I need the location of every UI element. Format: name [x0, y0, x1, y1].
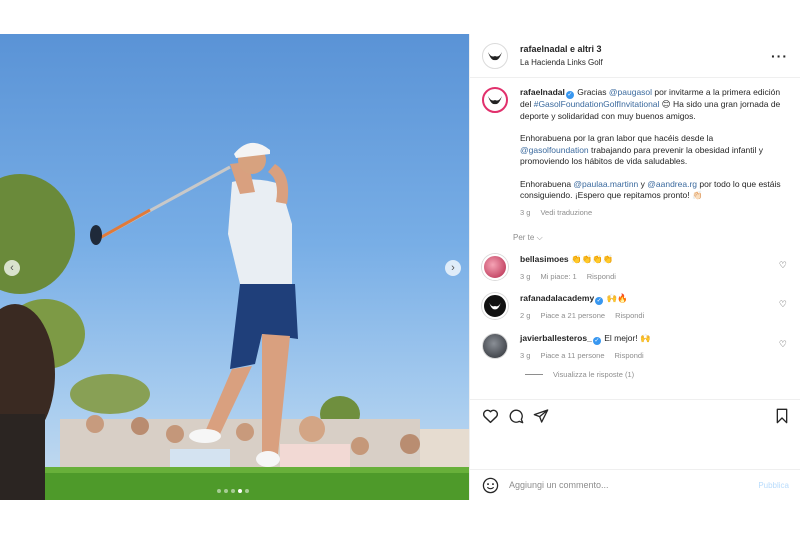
commenter-avatar[interactable]	[482, 293, 508, 319]
commenter-avatar[interactable]	[482, 332, 508, 359]
comment-text: 🙌🔥	[604, 293, 628, 303]
mention-link[interactable]: @aandrea.rg	[647, 179, 697, 189]
mention-link[interactable]: @paugasol	[609, 87, 652, 97]
for-you-filter[interactable]: Per te ⌵	[513, 233, 789, 243]
comment-text: 👏👏👏👏	[568, 254, 614, 264]
share-icon[interactable]	[533, 408, 549, 424]
verified-badge-icon: ✓	[595, 297, 604, 305]
spectator-head	[131, 417, 149, 435]
mention-link[interactable]: @paulaa.martinn	[573, 179, 638, 189]
translate-link[interactable]: Vedi traduzione	[540, 208, 592, 217]
previous-photo-button[interactable]: ‹	[4, 260, 20, 276]
verified-badge-icon: ✓	[592, 336, 601, 345]
like-heart-icon[interactable]	[482, 408, 499, 424]
add-comment-bar: Pubblica	[470, 469, 800, 500]
comment-likes[interactable]: Piace a 21 persone	[540, 311, 605, 320]
comment-time: 3 g	[520, 271, 531, 281]
bull-logo-icon	[488, 96, 502, 105]
golfer-shoe	[189, 429, 221, 443]
next-photo-button[interactable]: ›	[445, 260, 461, 276]
bull-logo-icon	[489, 302, 501, 310]
publish-button[interactable]: Pubblica	[758, 481, 789, 490]
grass-edge	[0, 467, 469, 473]
caption-time: 3 g	[520, 207, 531, 217]
post-authors[interactable]: rafaelnadal e altri 3	[520, 43, 603, 56]
comments-scroll-area[interactable]: rafaelnadal ✓ Gracias @paugasol por invit…	[470, 79, 800, 399]
carousel-dot	[217, 489, 221, 493]
hashtag-link[interactable]: #GasolFoundationGolfInvitational	[534, 99, 660, 109]
mention-link[interactable]: @gasolfoundation	[520, 145, 589, 155]
comment-text: El mejor! 🙌	[601, 332, 651, 343]
caption-text: Gracias	[574, 87, 609, 97]
author-avatar[interactable]	[482, 42, 508, 69]
comment-icon[interactable]	[508, 408, 524, 424]
commenter-avatar[interactable]	[482, 254, 508, 280]
like-comment-heart-icon[interactable]: ♡	[779, 299, 787, 310]
golfer-photo-illustration	[0, 142, 469, 500]
carousel-dot-active	[238, 489, 242, 493]
caption-meta: 3 g Vedi traduzione	[520, 207, 784, 219]
tree-shape	[70, 374, 150, 414]
bull-logo-icon	[488, 51, 502, 60]
more-icon[interactable]: ···	[771, 48, 788, 64]
carousel-indicator	[217, 489, 249, 493]
comment-username[interactable]: javierballesteros_	[520, 333, 592, 343]
comment-likes[interactable]: Piace a 11 persone	[540, 351, 604, 360]
post-actions	[470, 399, 800, 469]
like-comment-heart-icon[interactable]: ♡	[779, 339, 787, 350]
carousel-dot	[224, 489, 228, 493]
replies-divider	[525, 374, 543, 375]
comment-meta: 3 g Mi piace: 1 Rispondi	[520, 271, 760, 283]
caption-text: Enhorabuena por la gran labor que hacéis…	[520, 133, 714, 143]
golf-club-head	[90, 225, 102, 245]
comment-time: 2 g	[520, 311, 531, 320]
caption-paragraph-2: Enhorabuena por la gran labor que hacéis…	[520, 133, 784, 168]
caption-username[interactable]: rafaelnadal	[520, 87, 565, 97]
post-modal: ‹ › rafaelnadal e altri 3 La Hacienda Li…	[0, 34, 800, 500]
caption-avatar[interactable]	[482, 87, 508, 113]
comment: rafanadalacademy ✓ 🙌🔥 2 g Piace a 21 perso…	[482, 293, 789, 322]
carousel-dot	[245, 489, 249, 493]
bookmark-icon[interactable]	[775, 408, 789, 424]
caption: rafaelnadal ✓ Gracias @paugasol por invit…	[482, 87, 789, 218]
caption-text: y	[638, 178, 648, 189]
post-sidebar: rafaelnadal e altri 3 La Hacienda Links …	[469, 34, 800, 500]
view-replies-label: Visualizza le risposte (1)	[553, 370, 635, 379]
comment: javierballesteros_ ✓ El mejor! 🙌 3 g Piace…	[482, 332, 789, 362]
caption-text: Enhorabuena	[520, 178, 574, 189]
reply-button[interactable]: Rispondi	[615, 311, 644, 320]
reply-button[interactable]: Rispondi	[587, 272, 616, 281]
spectator-head	[400, 434, 420, 454]
post-header: rafaelnadal e altri 3 La Hacienda Links …	[470, 34, 800, 78]
tree-shape	[0, 174, 75, 294]
comment-input[interactable]	[509, 480, 749, 490]
caption-paragraph-1: rafaelnadal ✓ Gracias @paugasol por invit…	[520, 87, 784, 122]
comment-time: 3 g	[520, 350, 531, 360]
verified-badge-icon: ✓	[565, 91, 574, 99]
spectator-head	[351, 437, 369, 455]
spectator-head	[299, 416, 325, 442]
golf-club-shaft-accent	[97, 208, 151, 241]
comment-meta: 3 g Piace a 11 persone Rispondi	[520, 350, 760, 362]
spectator-head	[166, 425, 184, 443]
caption-paragraph-3: Enhorabuena @paulaa.martinn y @aandrea.r…	[520, 179, 784, 202]
spectator-head	[236, 423, 254, 441]
golfer-shoe	[256, 451, 280, 467]
post-location[interactable]: La Hacienda Links Golf	[520, 56, 603, 69]
foreground-person-body	[0, 414, 45, 500]
view-replies-button[interactable]: Visualizza le risposte (1)	[525, 370, 789, 379]
comment-username[interactable]: rafanadalacademy	[520, 293, 594, 303]
reply-button[interactable]: Rispondi	[615, 351, 644, 360]
like-comment-heart-icon[interactable]: ♡	[779, 260, 787, 271]
comment-likes[interactable]: Mi piace: 1	[540, 272, 576, 281]
comment-meta: 2 g Piace a 21 persone Rispondi	[520, 310, 760, 322]
comment: bellasimoes 👏👏👏👏 3 g Mi piace: 1 Rispondi …	[482, 254, 789, 282]
spectator-head	[86, 415, 104, 433]
post-photo[interactable]: ‹ ›	[0, 34, 469, 500]
carousel-dot	[231, 489, 235, 493]
comment-username[interactable]: bellasimoes	[520, 254, 569, 264]
emoji-icon[interactable]	[482, 477, 499, 494]
